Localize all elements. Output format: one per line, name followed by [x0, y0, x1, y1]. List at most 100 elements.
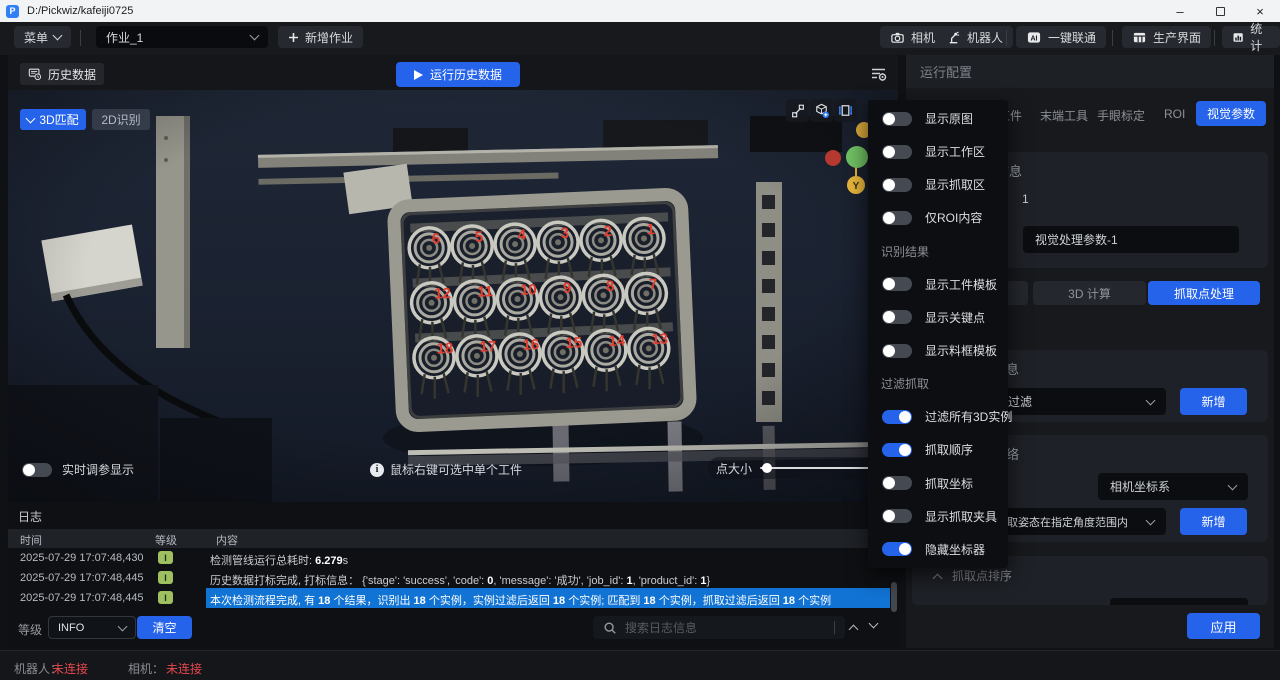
grasp-sort-input[interactable]: [1110, 598, 1248, 605]
menu-toggle-item: 显示料框模板: [868, 334, 1008, 367]
menu-toggle-item: 显示工件模板: [868, 268, 1008, 301]
filter-select[interactable]: 过滤: [1000, 388, 1166, 415]
search-next-button[interactable]: [869, 619, 879, 629]
filter-add-label: 新增: [1201, 393, 1225, 410]
job-select[interactable]: 作业_1: [96, 26, 268, 48]
close-button[interactable]: ×: [1240, 0, 1280, 22]
menu-button[interactable]: 菜单: [14, 26, 71, 48]
toggle-switch[interactable]: [882, 443, 912, 457]
add-job-button[interactable]: 新增作业: [278, 26, 363, 48]
pose-add-button[interactable]: 新增: [1180, 508, 1247, 535]
menu-item-label: 显示原图: [925, 110, 973, 127]
robot-icon: [946, 30, 961, 45]
menu-toggle-item: 显示工作区: [868, 135, 1008, 168]
clear-log-button[interactable]: 清空: [137, 616, 192, 639]
app-logo-icon: P: [6, 5, 19, 18]
log-level-badge: I: [158, 591, 173, 604]
display-options-button[interactable]: [866, 63, 890, 85]
ai-link-button[interactable]: AI 一键联通: [1016, 26, 1106, 48]
divider: [80, 30, 81, 46]
divider: [1006, 30, 1007, 46]
count-value: 1: [1022, 192, 1029, 206]
chevron-down-icon: [250, 31, 260, 41]
proc-tab-grasp-point[interactable]: 抓取点处理: [1148, 281, 1260, 305]
log-content: 本次检测流程完成, 有 18 个结果，识别出 18 个实例，实例过滤后返回 18…: [210, 592, 831, 608]
search-prev-button[interactable]: [849, 625, 859, 635]
config-tab[interactable]: ROI: [1164, 107, 1185, 121]
coord-system-select[interactable]: 相机坐标系: [1098, 473, 1248, 500]
display-options-menu: 显示原图显示工作区显示抓取区仅ROI内容识别结果显示工件模板显示关键点显示料框模…: [868, 100, 1008, 568]
log-search-input[interactable]: 搜索日志信息: [593, 616, 845, 639]
log-content: 检测管线运行总耗时: 6.279s: [210, 552, 348, 568]
history-data-chip[interactable]: 历史数据: [20, 63, 104, 85]
log-controls: 等级 INFO 清空 搜索日志信息: [8, 615, 898, 641]
hint-text: 鼠标右键可选中单个工件: [390, 461, 522, 478]
run-config-title: 运行配置: [920, 62, 972, 81]
realtime-toggle[interactable]: [22, 463, 52, 477]
measure-tool-button[interactable]: [786, 99, 809, 122]
statusbar: 机器人： 未连接 相机： 未连接: [0, 650, 1280, 680]
toggle-switch[interactable]: [882, 344, 912, 358]
slider-thumb[interactable]: [762, 463, 772, 473]
grid-icon: [1132, 30, 1147, 45]
chevron-down-icon: [53, 31, 63, 41]
3d-viewport[interactable]: 654321121110987181716151413 3D匹配 2D识别: [8, 90, 898, 502]
level-select-value: INFO: [58, 622, 84, 634]
point-size-slider[interactable]: [760, 467, 872, 469]
log-scrollbar[interactable]: [891, 582, 897, 612]
toggle-switch[interactable]: [882, 145, 912, 159]
proc-tab-3d-compute[interactable]: 3D 计算: [1033, 281, 1146, 305]
tab-2d-recognition[interactable]: 2D识别: [92, 109, 150, 130]
collapse-icon[interactable]: [933, 574, 943, 584]
level-select[interactable]: INFO: [48, 616, 136, 639]
divider: [834, 621, 835, 634]
production-ui-button[interactable]: 生产界面: [1122, 26, 1211, 48]
toggle-switch[interactable]: [882, 542, 912, 556]
minimize-button[interactable]: –: [1160, 0, 1200, 22]
toggle-switch[interactable]: [882, 476, 912, 490]
tab-vision-params[interactable]: 视觉参数: [1196, 101, 1266, 126]
toggle-switch[interactable]: [882, 310, 912, 324]
config-tab[interactable]: 手眼标定: [1097, 107, 1145, 124]
log-row[interactable]: 2025-07-29 17:07:48,445I历史数据打标完成, 打标信息： …: [8, 568, 898, 588]
stats-button[interactable]: 统计: [1222, 26, 1280, 48]
toggle-switch[interactable]: [882, 410, 912, 424]
job-select-value: 作业_1: [106, 29, 143, 46]
box-arrows-icon: [837, 102, 854, 119]
run-history-button[interactable]: 运行历史数据: [396, 62, 520, 87]
coord-system-value: 相机坐标系: [1110, 478, 1170, 495]
camera-status-label: 相机：: [128, 660, 164, 677]
filter-add-button[interactable]: 新增: [1180, 388, 1247, 415]
toggle-switch[interactable]: [882, 509, 912, 523]
menu-section-header: 识别结果: [868, 235, 1008, 268]
log-row[interactable]: 2025-07-29 17:07:48,445I本次检测流程完成, 有 18 个…: [8, 588, 898, 608]
robot-button[interactable]: 机器人: [936, 26, 1013, 48]
param-name-input[interactable]: 视觉处理参数-1: [1023, 226, 1239, 253]
search-icon: [603, 621, 617, 635]
toggle-switch[interactable]: [882, 277, 912, 291]
toggle-switch[interactable]: [882, 112, 912, 126]
menu-toggle-item: 过滤所有3D实例: [868, 400, 1008, 433]
tab-3d-match-label: 3D匹配: [39, 111, 78, 128]
toggle-switch[interactable]: [882, 211, 912, 225]
config-tab[interactable]: 末端工具: [1040, 107, 1088, 124]
ai-icon: AI: [1026, 30, 1042, 45]
maximize-button[interactable]: [1200, 0, 1240, 22]
toggle-switch[interactable]: [882, 178, 912, 192]
pose-add-label: 新增: [1201, 513, 1225, 530]
viewport-header: 历史数据 运行历史数据: [8, 55, 898, 90]
pose-range-select[interactable]: 抓取姿态在指定角度范围内: [990, 508, 1166, 535]
log-time: 2025-07-29 17:07:48,430: [20, 552, 144, 564]
realtime-label: 实时调参显示: [62, 461, 134, 478]
tab-3d-match[interactable]: 3D匹配: [20, 109, 86, 130]
menu-item-label: 仅ROI内容: [925, 209, 982, 226]
divider: [1214, 30, 1215, 46]
log-row[interactable]: 2025-07-29 17:07:48,430I检测管线运行总耗时: 6.279…: [8, 548, 898, 568]
robot-status-value: 未连接: [52, 660, 88, 677]
apply-button[interactable]: 应用: [1187, 613, 1260, 639]
list-settings-icon: [869, 65, 888, 83]
menu-item-label: 隐藏坐标器: [925, 541, 985, 558]
node-link-icon: [790, 103, 806, 119]
app-window: P D:/Pickwiz/kafeiji0725 – × 菜单 作业_1 新增作…: [0, 0, 1280, 680]
menu-item-label: 显示料框模板: [925, 342, 997, 359]
